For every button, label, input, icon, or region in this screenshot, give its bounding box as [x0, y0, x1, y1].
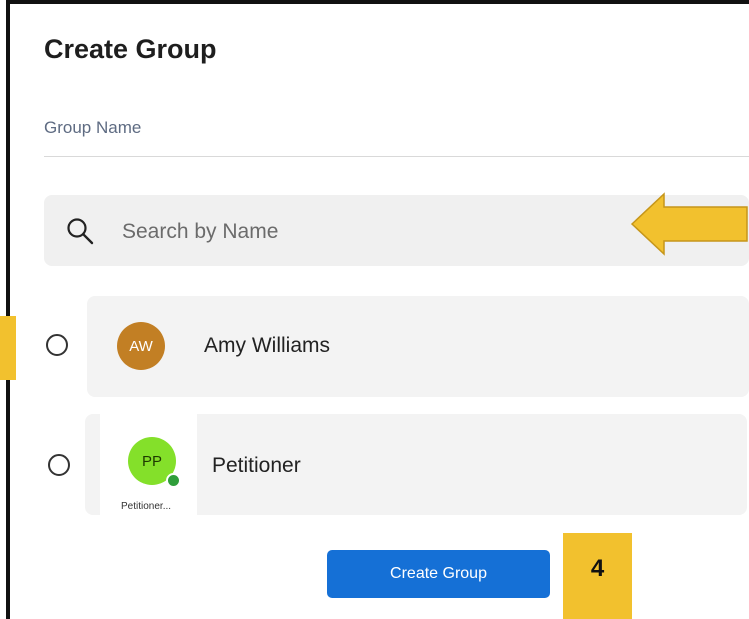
step-number-badge: 4: [563, 533, 632, 619]
member-row[interactable]: AW Amy Williams: [87, 296, 749, 397]
online-status-icon: [166, 473, 181, 488]
avatar-card: PP Petitioner...: [100, 414, 197, 515]
frame-left-border: [6, 0, 10, 619]
member-select-radio[interactable]: [48, 454, 70, 476]
page-title: Create Group: [44, 34, 217, 64]
search-icon: [67, 218, 94, 245]
search-input[interactable]: [120, 195, 604, 268]
frame-top-border: [10, 0, 749, 4]
member-row[interactable]: PP Petitioner... Petitioner: [85, 414, 747, 515]
group-name-underline: [44, 156, 749, 157]
create-group-button[interactable]: Create Group: [327, 550, 550, 598]
member-name: Amy Williams: [204, 334, 330, 357]
member-select-radio[interactable]: [46, 334, 68, 356]
group-name-field[interactable]: Group Name: [44, 118, 141, 138]
avatar: AW: [117, 322, 165, 370]
highlight-marker: [0, 316, 16, 380]
left-arrow-annotation-icon: [630, 192, 748, 256]
avatar-caption: Petitioner...: [121, 501, 172, 512]
member-name: Petitioner: [212, 454, 301, 477]
